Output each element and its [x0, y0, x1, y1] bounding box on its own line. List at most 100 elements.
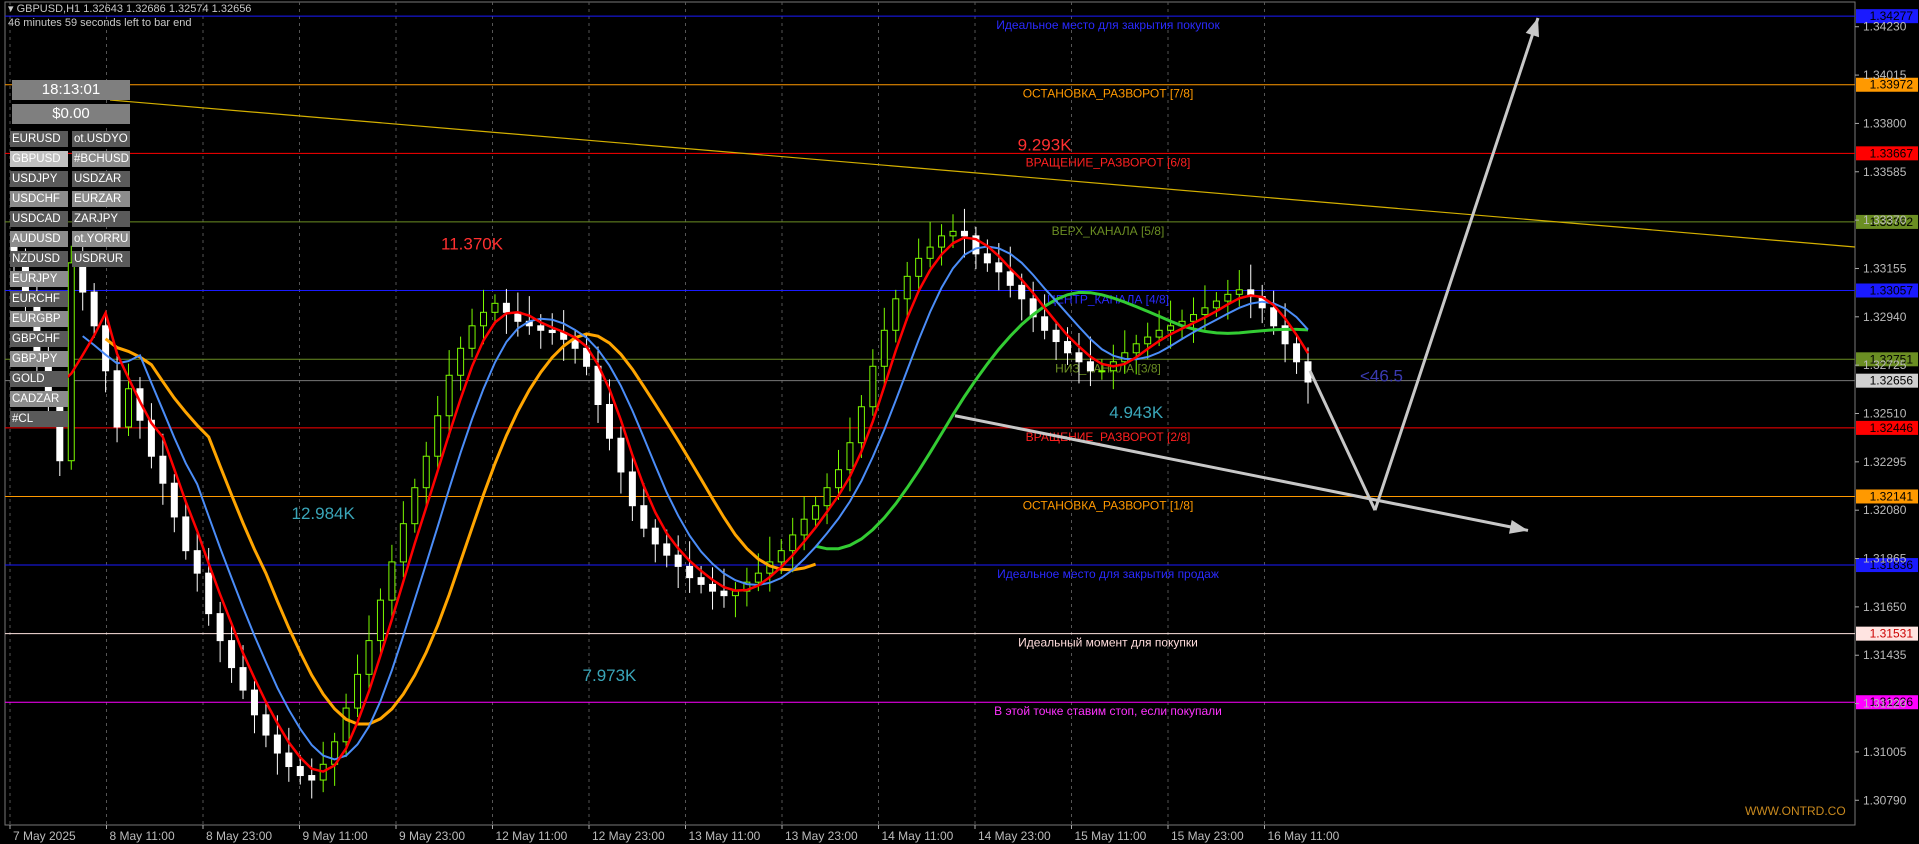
candle-body: [411, 487, 419, 525]
current-price-label: 1.32656: [1870, 374, 1914, 388]
projection-up-arrow-head: [1525, 18, 1539, 38]
candle-body: [79, 262, 87, 293]
level-price-label: 1.32141: [1870, 489, 1914, 503]
price-tick-label: 1.32080: [1863, 503, 1907, 517]
volume-label: 12.984K: [292, 504, 356, 523]
price-tick-label: 1.34015: [1863, 68, 1907, 82]
price-tick-label: 1.32940: [1863, 310, 1907, 324]
price-chart[interactable]: Идеальное место для закрытия покупок 1.34…: [0, 0, 1919, 844]
candle-body: [342, 707, 350, 743]
candle-body: [617, 437, 625, 473]
candle-body: [628, 471, 636, 507]
pips-label: <46.5: [1360, 366, 1403, 385]
level-label: НИЗ_КАНАЛА [3/8]: [1055, 361, 1161, 375]
candle-body: [193, 550, 201, 574]
candle-body: [296, 766, 304, 777]
symbol-button-usdzar[interactable]: USDZAR: [72, 171, 130, 187]
candle-body: [182, 516, 190, 552]
candle-body: [983, 253, 991, 264]
time-label: 13 May 11:00: [689, 829, 761, 843]
symbol-button-gbpjpy[interactable]: GBPJPY: [10, 351, 68, 367]
candle-body: [777, 550, 785, 563]
price-tick-label: 1.31865: [1863, 552, 1907, 566]
time-label: 15 May 11:00: [1075, 829, 1147, 843]
watermark: WWW.ONTRD.CO: [1745, 804, 1846, 818]
symbol-button-otusdyo[interactable]: ot.USDYO: [72, 131, 130, 147]
symbol-button-eurgbp[interactable]: EURGBP: [10, 311, 68, 327]
clock-display: 18:13:01: [12, 80, 130, 100]
candle-body: [399, 523, 407, 563]
projection-down-arrow: [954, 414, 1529, 532]
price-tick-label: 1.32510: [1863, 407, 1907, 421]
level-price-label: 1.33667: [1870, 146, 1914, 160]
level-label: ВРАЩЕНИЕ_РАЗВОРОТ [2/8]: [1026, 430, 1191, 444]
candle-body: [1052, 329, 1060, 343]
chart-header: ▾ GBPUSD,H1 1.32643 1.32686 1.32574 1.32…: [8, 2, 251, 30]
price-tick-label: 1.31005: [1863, 745, 1907, 759]
candle-body: [789, 534, 797, 552]
symbol-button-gbpchf[interactable]: GBPCHF: [10, 331, 68, 347]
symbol-button-otyorru[interactable]: ot.YORRU: [72, 231, 130, 247]
volume-label: 7.973K: [583, 666, 638, 685]
candle-body: [686, 565, 694, 579]
symbol-button-usdchf[interactable]: USDCHF: [10, 191, 68, 207]
candle-body: [285, 752, 293, 768]
candle-body: [800, 518, 808, 536]
candle-body: [926, 246, 934, 259]
symbol-button-eurzar[interactable]: EURZAR: [72, 191, 130, 207]
symbol-button-bchusd[interactable]: #BCHUSD: [72, 151, 130, 167]
time-label: 9 May 11:00: [303, 829, 368, 843]
level-label: ОСТАНОВКА_РАЗВОРОТ [7/8]: [1023, 87, 1194, 101]
trendline: [109, 99, 1856, 248]
time-axis: 7 May 2025 8 May 11:00 8 May 23:00 9 May 11…: [9, 825, 1340, 843]
symbol-button-eurusd[interactable]: EURUSD: [10, 131, 68, 147]
candle-body: [480, 311, 488, 327]
symbol-button-eurjpy[interactable]: EURJPY: [10, 271, 68, 287]
candle-body: [170, 482, 178, 518]
candle-body: [709, 583, 717, 592]
candle-body: [857, 406, 865, 444]
time-label: 12 May 23:00: [592, 829, 665, 843]
bar-timer: 46 minutes 59 seconds left to bar end: [8, 17, 192, 29]
candle-body: [1075, 352, 1083, 363]
symbol-button-zarjpy[interactable]: ZARJPY: [72, 211, 130, 227]
level-label: Идеальное место для закрытия покупок: [996, 18, 1220, 32]
collapse-triangle-icon[interactable]: ▾: [8, 3, 17, 15]
candle-body: [1189, 314, 1197, 322]
symbol-button-eurchf[interactable]: EURCHF: [10, 291, 68, 307]
candle-body: [491, 302, 499, 313]
price-tick-label: 1.30790: [1863, 793, 1907, 807]
candle-body: [308, 775, 316, 781]
symbol-button-gold[interactable]: GOLD: [10, 371, 68, 387]
candle-body: [1224, 293, 1232, 302]
price-tick-label: 1.31220: [1863, 697, 1907, 711]
candle-body: [674, 554, 682, 567]
volume-label: 4.943K: [1109, 403, 1164, 422]
symbol-button-cadzar[interactable]: CADZAR: [10, 391, 68, 407]
candle-body: [239, 667, 247, 691]
price-tick-label: 1.34230: [1863, 20, 1907, 34]
candle-body: [1155, 329, 1163, 338]
candle-body: [228, 640, 236, 669]
candle-body: [754, 572, 762, 583]
candle-body: [880, 329, 888, 367]
candle-body: [388, 561, 396, 601]
symbol-button-gbpusd[interactable]: GBPUSD: [10, 151, 68, 167]
level-price-label: 1.31531: [1870, 627, 1914, 641]
symbol-button-usdjpy[interactable]: USDJPY: [10, 171, 68, 187]
candle-body: [125, 388, 133, 428]
symbol-button-nzdusd[interactable]: NZDUSD: [10, 251, 68, 267]
level-label: ВРАЩЕНИЕ_РАЗВОРОТ [6/8]: [1026, 155, 1191, 169]
symbol-button-cl[interactable]: #CL: [10, 411, 68, 427]
level-label: ВЕРХ_КАНАЛА [5/8]: [1052, 224, 1165, 238]
candle-body: [250, 689, 258, 716]
candle-body: [1235, 289, 1243, 295]
symbol-button-usdrur[interactable]: USDRUR: [72, 251, 130, 267]
symbol-button-audusd[interactable]: AUDUSD: [10, 231, 68, 247]
time-label: 13 May 23:00: [785, 829, 858, 843]
candle-body: [812, 505, 820, 520]
price-tick-label: 1.32295: [1863, 455, 1907, 469]
candle-body: [1098, 370, 1106, 373]
symbol-button-usdcad[interactable]: USDCAD: [10, 211, 68, 227]
candle-body: [365, 640, 373, 675]
